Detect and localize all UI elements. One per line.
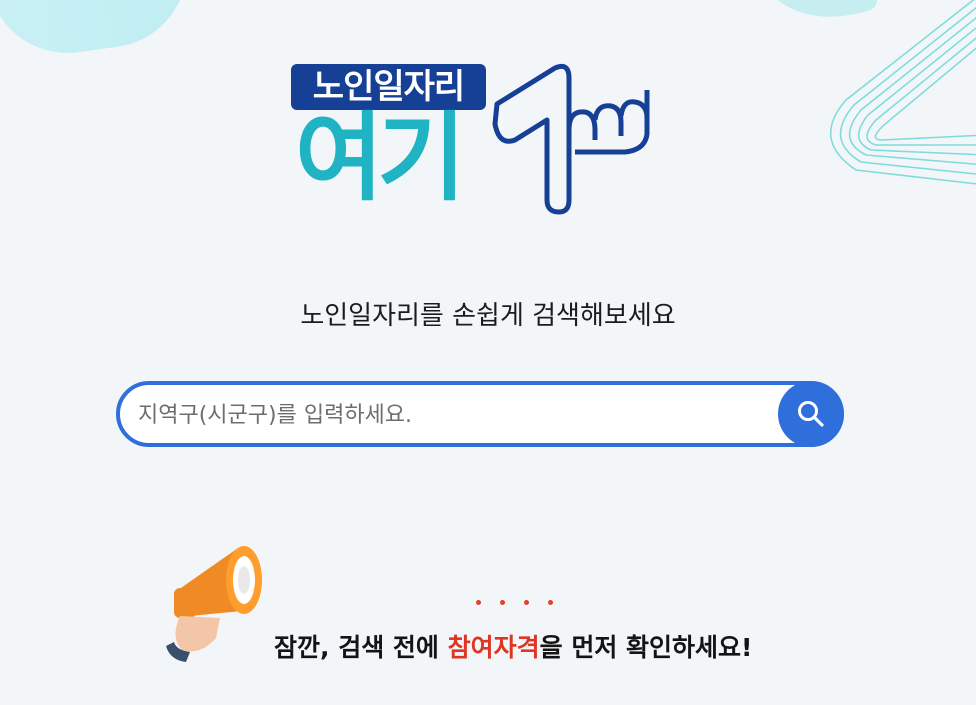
notice-prefix: 잠깐, 검색 전에: [274, 633, 448, 662]
search-button[interactable]: [778, 381, 844, 447]
logo-big-text: 여기: [295, 102, 466, 214]
megaphone-icon: [166, 546, 262, 662]
page-subtitle: 노인일자리를 손쉽게 검색해보세요: [300, 301, 676, 331]
decor-top-left: [0, 0, 198, 64]
eligibility-notice: 잠깐, 검색 전에 참여자격을 먼저 확인하세요!: [274, 628, 834, 664]
notice-highlight-link[interactable]: 참여자격: [448, 633, 540, 662]
search-input[interactable]: [136, 385, 770, 445]
pointing-hand-icon: [492, 63, 650, 215]
notice-suffix: 을 먼저 확인하세요!: [539, 633, 753, 662]
search-bar: [116, 381, 844, 447]
decor-top-right: [777, 0, 976, 185]
logo[interactable]: 노인일자리 여기: [285, 60, 685, 220]
search-icon: [798, 401, 824, 427]
emphasis-dots: [470, 600, 570, 616]
